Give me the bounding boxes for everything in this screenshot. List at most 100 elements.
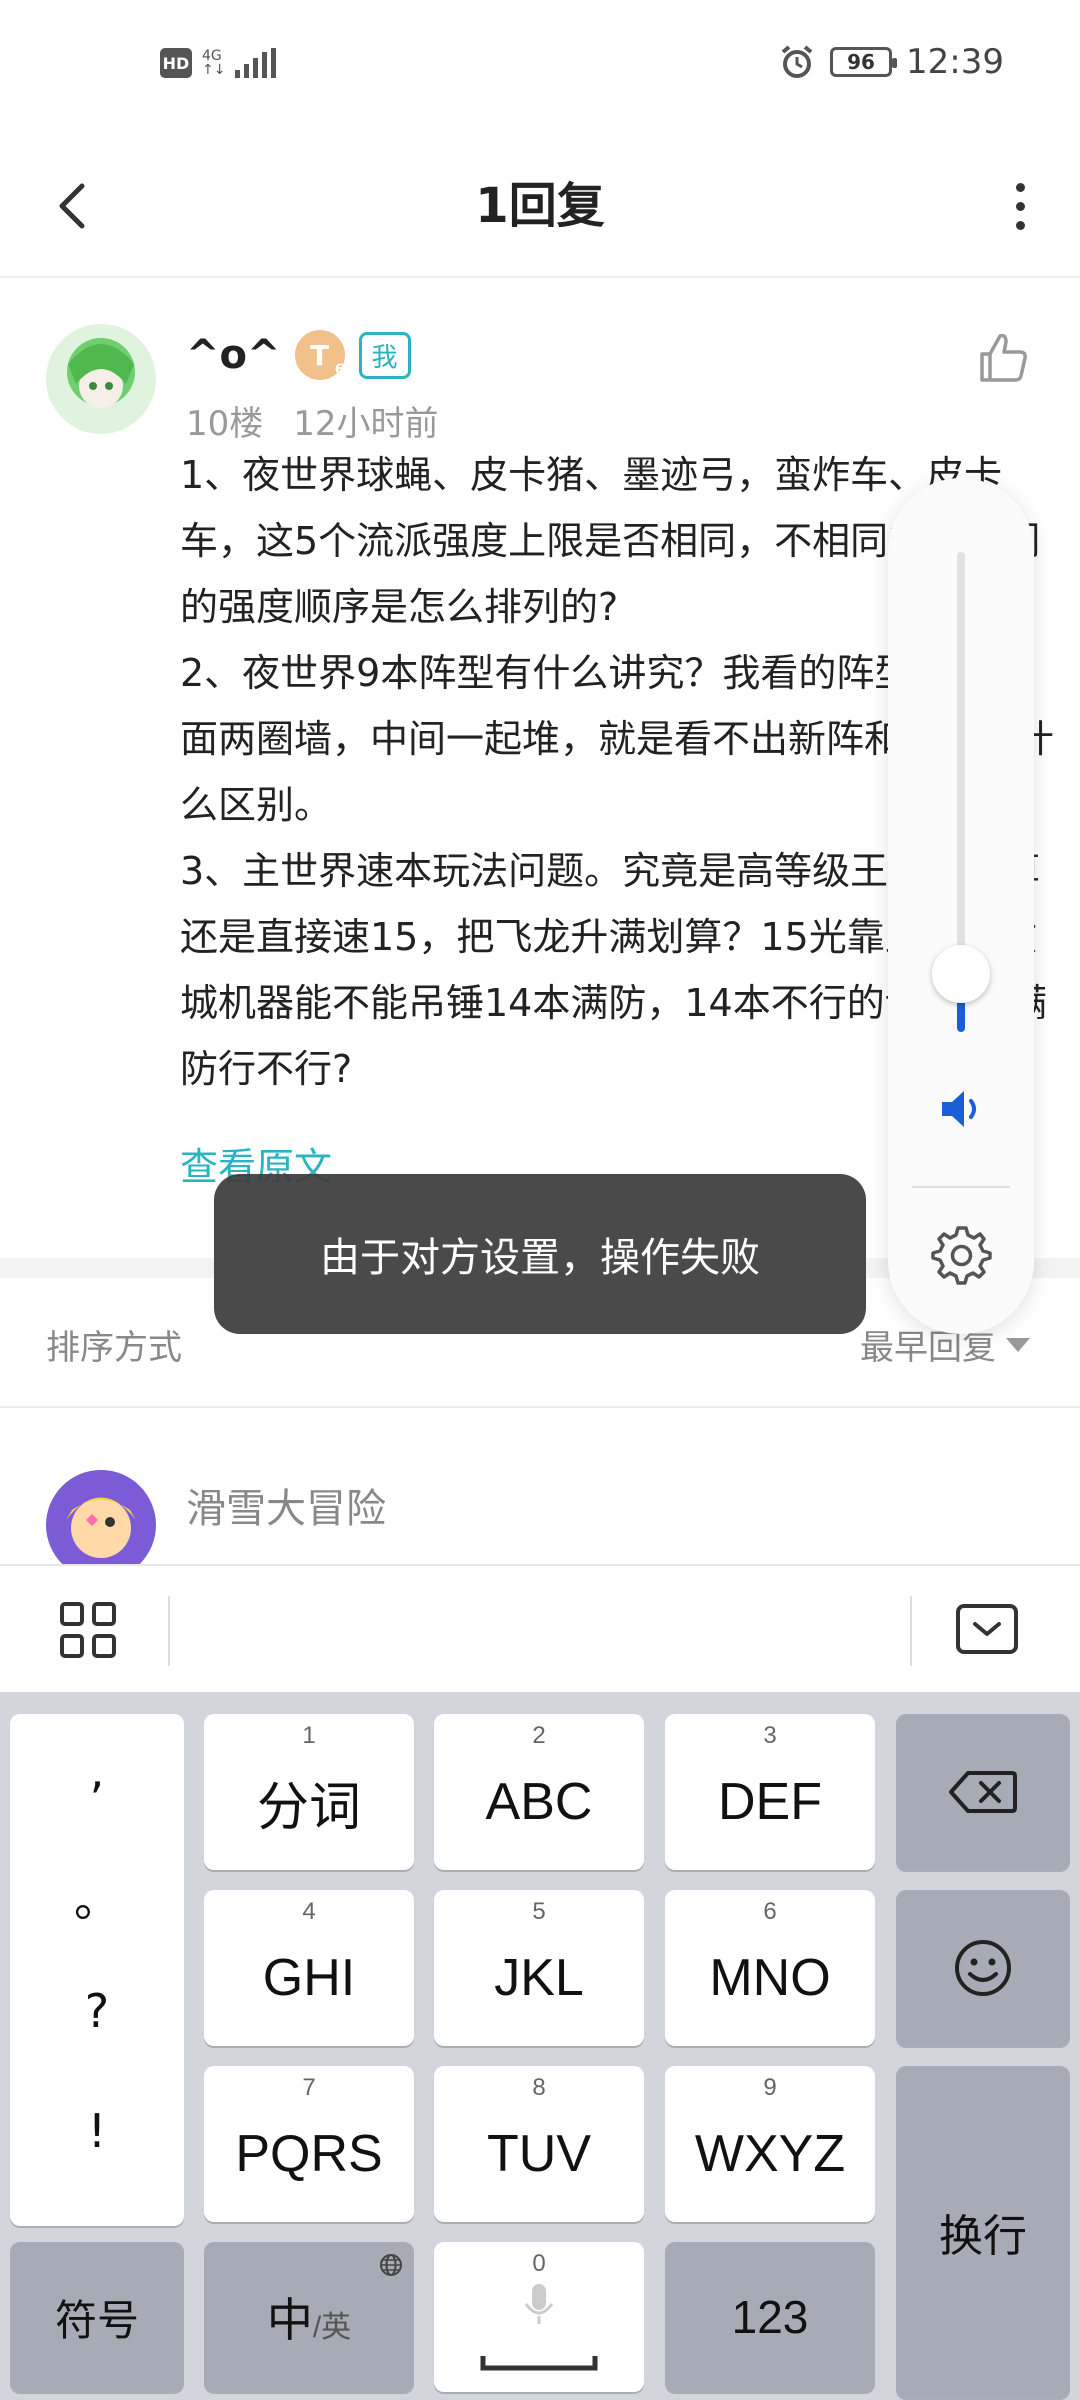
status-right: 96 12:39	[778, 42, 1004, 82]
key-number: 5	[532, 1898, 546, 1925]
key-9[interactable]: 9 WXYZ	[665, 2066, 875, 2222]
toolbar-divider	[910, 1596, 912, 1666]
key-number: 9	[763, 2074, 777, 2101]
lang-alt: /英	[312, 2311, 352, 2344]
network-label: 4G	[202, 48, 222, 64]
chevron-down-icon	[973, 1622, 1001, 1636]
key-number: 4	[302, 1898, 316, 1925]
status-left: HD 4G ↑↓	[160, 48, 277, 78]
dot-icon	[1015, 182, 1025, 192]
avatar-image	[46, 324, 156, 434]
volume-slider-handle[interactable]	[932, 945, 990, 1003]
key-number: 2	[532, 1722, 546, 1749]
emoji-key[interactable]	[896, 1890, 1070, 2046]
volume-settings-button[interactable]	[928, 1222, 994, 1288]
grid-cell-icon	[92, 1634, 116, 1658]
smiley-icon	[955, 1940, 1011, 1996]
me-tag: 我	[358, 331, 411, 379]
like-button[interactable]	[972, 328, 1032, 388]
key-label: MNO	[709, 1949, 831, 2007]
volume-panel	[888, 478, 1034, 1334]
key-period[interactable]: 。	[10, 1864, 184, 1930]
reply-author[interactable]: 滑雪大冒险	[186, 1476, 386, 1534]
toast-message: 由于对方设置，操作失败	[214, 1174, 866, 1334]
key-8[interactable]: 8 TUV	[434, 2066, 644, 2222]
level-badge-number: 6	[334, 362, 345, 378]
lang-main: 中	[266, 2294, 313, 2346]
hd-icon: HD	[160, 48, 192, 78]
speaker-button[interactable]	[934, 1082, 988, 1136]
clock: 12:39	[906, 42, 1004, 82]
enter-key[interactable]: 换行	[896, 2066, 1070, 2398]
key-label: DEF	[718, 1773, 822, 1831]
grid-cell-icon	[60, 1602, 84, 1626]
key-label: WXYZ	[694, 2125, 846, 2183]
symbols-key[interactable]: 符号	[10, 2242, 184, 2392]
timestamp: 12小时前	[293, 404, 439, 444]
key-1[interactable]: 1 分词	[204, 1714, 414, 1870]
dot-icon	[1015, 201, 1025, 211]
backspace-key[interactable]	[896, 1714, 1070, 1870]
key-number: 8	[532, 2074, 546, 2101]
username[interactable]: ^o^	[186, 332, 281, 378]
collapse-keyboard-button[interactable]	[956, 1604, 1018, 1654]
key-7[interactable]: 7 PQRS	[204, 2066, 414, 2222]
battery-icon: 96	[830, 47, 898, 77]
comment-author: ^o^ T 6 我	[186, 330, 411, 380]
avatar[interactable]	[46, 324, 156, 434]
key-number: 7	[302, 2074, 316, 2101]
grid-cell-icon	[92, 1602, 116, 1626]
avatar-image	[46, 1470, 156, 1564]
apps-grid-button[interactable]	[60, 1602, 116, 1658]
punctuation-column[interactable]: , 。 ? !	[10, 1714, 184, 2226]
network-type: 4G ↑↓	[202, 49, 225, 77]
key-question[interactable]: ?	[10, 1984, 184, 2038]
level-badge-icon: T 6	[294, 330, 345, 380]
grid-cell-icon	[60, 1634, 84, 1658]
key-label: PQRS	[235, 2125, 383, 2183]
numbers-key[interactable]: 123	[665, 2242, 875, 2392]
input-toolbar	[0, 1564, 1080, 1692]
speaker-icon	[942, 1091, 976, 1127]
gear-icon	[931, 1226, 992, 1285]
key-2[interactable]: 2 ABC	[434, 1714, 644, 1870]
status-bar: HD 4G ↑↓ 96 12:39	[0, 0, 1080, 136]
key-4[interactable]: 4 GHI	[204, 1890, 414, 2046]
thumbs-up-icon	[980, 333, 1027, 382]
key-label: ABC	[485, 1773, 593, 1831]
level-badge-letter: T	[309, 338, 330, 372]
comment-meta: 10楼 12小时前	[186, 396, 439, 445]
backspace-icon	[949, 1771, 1017, 1813]
key-number: 6	[763, 1898, 777, 1925]
key-label: TUV	[487, 2125, 591, 2183]
nav-bar: 1回复	[0, 136, 1080, 278]
key-exclaim[interactable]: !	[10, 2104, 184, 2158]
language-switch-key[interactable]: 中 /英	[204, 2242, 414, 2392]
key-number: 1	[302, 1722, 316, 1749]
space-bar-icon	[480, 2356, 598, 2371]
key-label: JKL	[494, 1949, 584, 2007]
floor-number: 10楼	[186, 404, 264, 444]
avatar[interactable]	[46, 1470, 156, 1564]
key-number: 3	[763, 1722, 777, 1749]
toolbar-divider	[168, 1596, 170, 1666]
page-title: 1回复	[475, 178, 605, 234]
triangle-down-icon	[1006, 1337, 1030, 1352]
keyboard: , 。 ? ! 1 分词 2 ABC 3 DEF 4 GHI 5 JKL 6 M…	[0, 1692, 1080, 2400]
reply-item[interactable]: 滑雪大冒险	[0, 1408, 1080, 1564]
globe-icon	[380, 2254, 402, 2276]
key-label: 分词	[256, 1778, 361, 1837]
space-key[interactable]: 0	[434, 2242, 644, 2392]
sort-label: 排序方式	[46, 1328, 182, 1368]
key-comma[interactable]: ,	[10, 1744, 184, 1798]
key-3[interactable]: 3 DEF	[665, 1714, 875, 1870]
volume-divider	[912, 1186, 1010, 1188]
key-label: GHI	[262, 1949, 356, 2007]
alarm-icon	[781, 45, 813, 78]
dot-icon	[1015, 220, 1025, 230]
key-5[interactable]: 5 JKL	[434, 1890, 644, 2046]
more-options-button[interactable]	[990, 166, 1050, 246]
key-6[interactable]: 6 MNO	[665, 1890, 875, 2046]
key-number: 0	[532, 2250, 546, 2277]
signal-icon	[235, 48, 277, 78]
